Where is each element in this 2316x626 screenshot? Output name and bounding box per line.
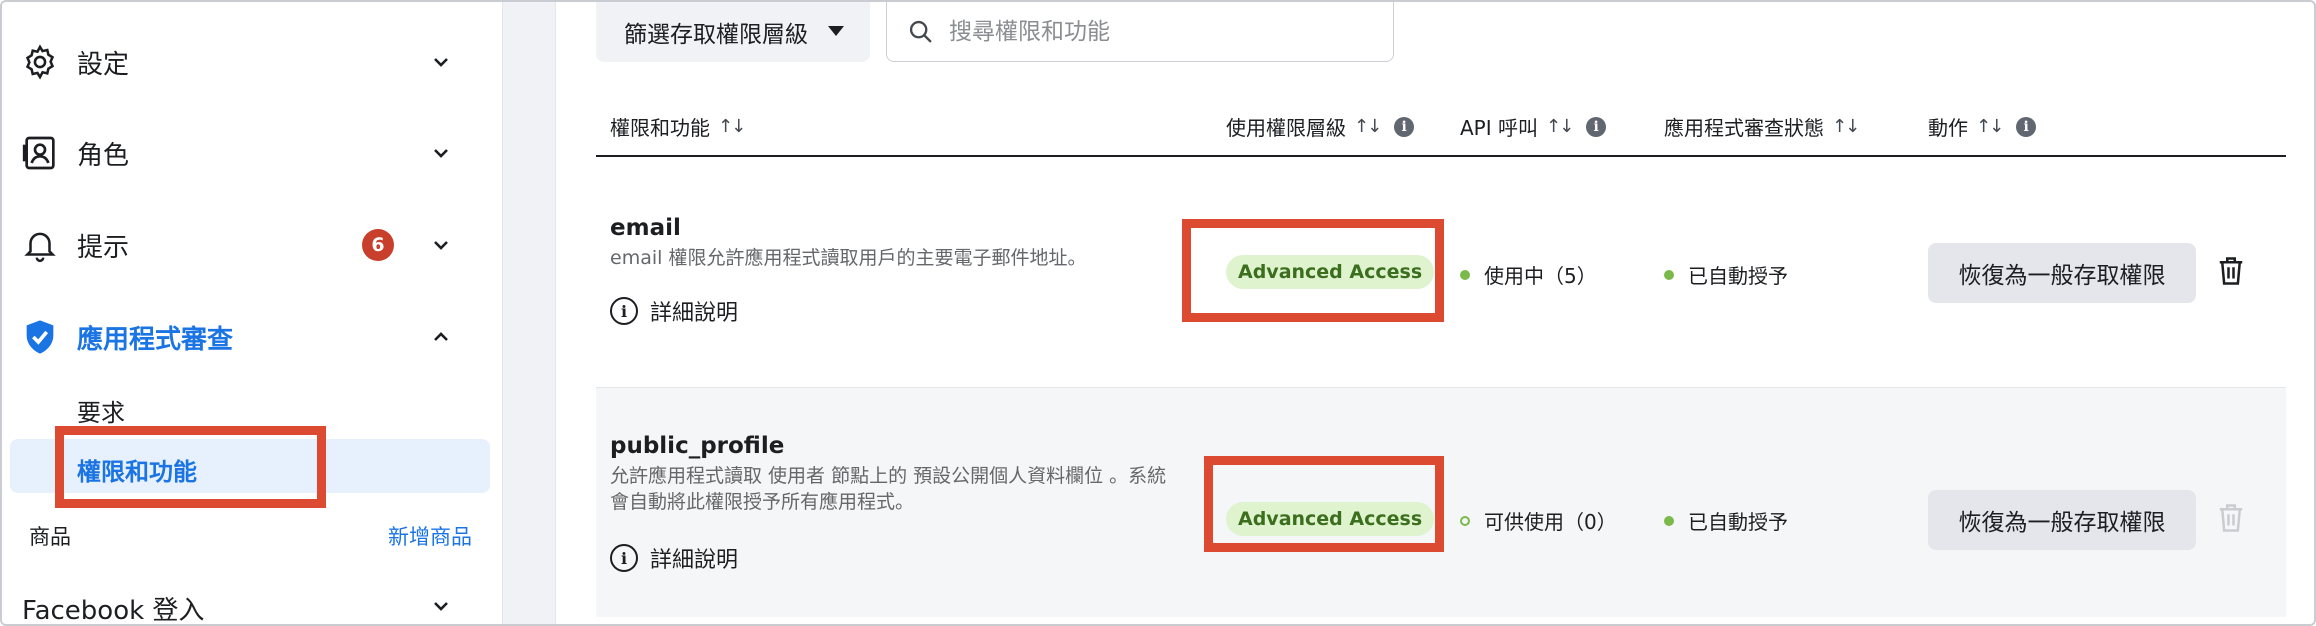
header-label: 使用權限層級 <box>1226 116 1346 140</box>
header-label: API 呼叫 <box>1460 116 1538 140</box>
header-label: 動作 <box>1928 116 1968 140</box>
api-call-status: 可供使用（0） <box>1460 506 1617 535</box>
sidebar-item-roles[interactable]: 角色 <box>2 118 502 188</box>
review-status: 已自動授予 <box>1664 260 1788 289</box>
app-frame: 設定 角色 提示 6 應用程式審查 要求 權限和功能 商品 新增商品 Faceb… <box>0 0 2316 626</box>
sort-icon[interactable]: ↑↓ <box>1354 116 1382 137</box>
highlight-box <box>1182 219 1444 322</box>
details-label: 詳細說明 <box>650 301 739 326</box>
sort-icon[interactable]: ↑↓ <box>718 116 746 137</box>
info-icon[interactable]: i <box>1394 116 1415 137</box>
column-header-api-calls[interactable]: API 呼叫 ↑↓ i <box>1460 112 1607 141</box>
header-label: 應用程式審查狀態 <box>1664 116 1824 140</box>
column-header-permission[interactable]: 權限和功能 ↑↓ <box>610 112 746 141</box>
sidebar-subitem-requests[interactable]: 要求 <box>77 393 125 428</box>
sidebar-item-label: 應用程式審查 <box>77 324 234 355</box>
sort-icon[interactable]: ↑↓ <box>1832 116 1860 137</box>
section-title-products: 商品 <box>29 525 71 549</box>
api-status-text: 可供使用（0） <box>1484 510 1617 534</box>
revert-standard-access-button[interactable]: 恢復為一般存取權限 <box>1928 490 2196 550</box>
api-status-text: 使用中（5） <box>1484 264 1597 288</box>
permission-name: email <box>610 215 681 241</box>
sidebar-item-label: 提示 <box>77 232 130 263</box>
button-label: 恢復為一般存取權限 <box>1958 510 2166 536</box>
info-circle-icon: i <box>610 297 638 325</box>
header-label: 權限和功能 <box>610 116 710 140</box>
sidebar-item-settings[interactable]: 設定 <box>2 27 502 97</box>
table-row: public_profile 允許應用程式讀取 使用者 節點上的 預設公開個人資… <box>596 387 2286 617</box>
status-dot <box>1664 515 1674 526</box>
info-icon[interactable]: i <box>1586 116 1607 137</box>
add-product-link[interactable]: 新增商品 <box>388 521 472 551</box>
permission-name: public_profile <box>610 433 785 459</box>
sidebar-item-label: 設定 <box>77 49 130 80</box>
review-status: 已自動授予 <box>1664 506 1788 535</box>
column-header-review-status[interactable]: 應用程式審查狀態 ↑↓ <box>1664 112 1860 141</box>
notification-badge: 6 <box>362 229 394 261</box>
status-dot <box>1664 269 1674 280</box>
status-dot <box>1460 269 1470 280</box>
description-line: 會自動將此權限授予所有應用程式。 <box>610 491 915 513</box>
details-link[interactable]: i 詳細說明 <box>610 542 738 574</box>
sort-icon[interactable]: ↑↓ <box>1546 116 1574 137</box>
gear-icon <box>20 42 60 82</box>
info-circle-icon: i <box>610 544 638 572</box>
table-row: email email 權限允許應用程式讀取用戶的主要電子郵件地址。 i 詳細說… <box>596 157 2286 387</box>
button-label: 恢復為一般存取權限 <box>1958 263 2166 289</box>
sidebar-item-alerts[interactable]: 提示 6 <box>2 210 502 280</box>
chevron-down-icon <box>430 234 452 256</box>
search-field[interactable] <box>886 2 1394 62</box>
bell-icon <box>20 225 60 265</box>
shield-check-icon <box>20 317 60 357</box>
permission-description: 允許應用程式讀取 使用者 節點上的 預設公開個人資料欄位 。系統 會自動將此權限… <box>610 463 1200 515</box>
caret-down-icon <box>828 26 844 36</box>
trash-icon <box>2216 501 2250 535</box>
description-line: 允許應用程式讀取 使用者 節點上的 預設公開個人資料欄位 。系統 <box>610 465 1167 487</box>
review-status-text: 已自動授予 <box>1688 510 1788 534</box>
details-label: 詳細說明 <box>650 548 739 573</box>
search-icon <box>907 18 935 52</box>
highlight-box <box>1204 456 1444 552</box>
review-status-text: 已自動授予 <box>1688 264 1788 288</box>
revert-standard-access-button[interactable]: 恢復為一般存取權限 <box>1928 243 2196 303</box>
api-call-status: 使用中（5） <box>1460 260 1597 289</box>
sidebar: 設定 角色 提示 6 應用程式審查 要求 權限和功能 商品 新增商品 Faceb… <box>2 2 502 624</box>
sort-icon[interactable]: ↑↓ <box>1976 116 2004 137</box>
trash-icon[interactable] <box>2216 254 2250 288</box>
search-input[interactable] <box>949 18 1369 45</box>
column-header-actions[interactable]: 動作 ↑↓ i <box>1928 112 2037 141</box>
highlight-box <box>55 426 326 508</box>
sidebar-item-facebook-login[interactable]: Facebook 登入 <box>22 590 204 624</box>
sidebar-item-label: 角色 <box>77 140 130 171</box>
details-link[interactable]: i 詳細說明 <box>610 295 738 327</box>
status-dot <box>1460 515 1470 526</box>
sidebar-divider <box>502 2 556 624</box>
chevron-up-icon <box>430 326 452 348</box>
chevron-down-icon <box>430 142 452 164</box>
sidebar-item-app-review[interactable]: 應用程式審查 <box>2 302 502 372</box>
permission-description: email 權限允許應用程式讀取用戶的主要電子郵件地址。 <box>610 247 1087 269</box>
chevron-down-icon <box>430 595 452 617</box>
info-icon[interactable]: i <box>2016 116 2037 137</box>
chevron-down-icon <box>430 51 452 73</box>
user-card-icon <box>20 133 60 173</box>
filter-access-level-dropdown[interactable]: 篩選存取權限層級 <box>596 2 870 62</box>
column-header-access-level[interactable]: 使用權限層級 ↑↓ i <box>1226 112 1415 141</box>
filter-label: 篩選存取權限層級 <box>624 22 808 48</box>
